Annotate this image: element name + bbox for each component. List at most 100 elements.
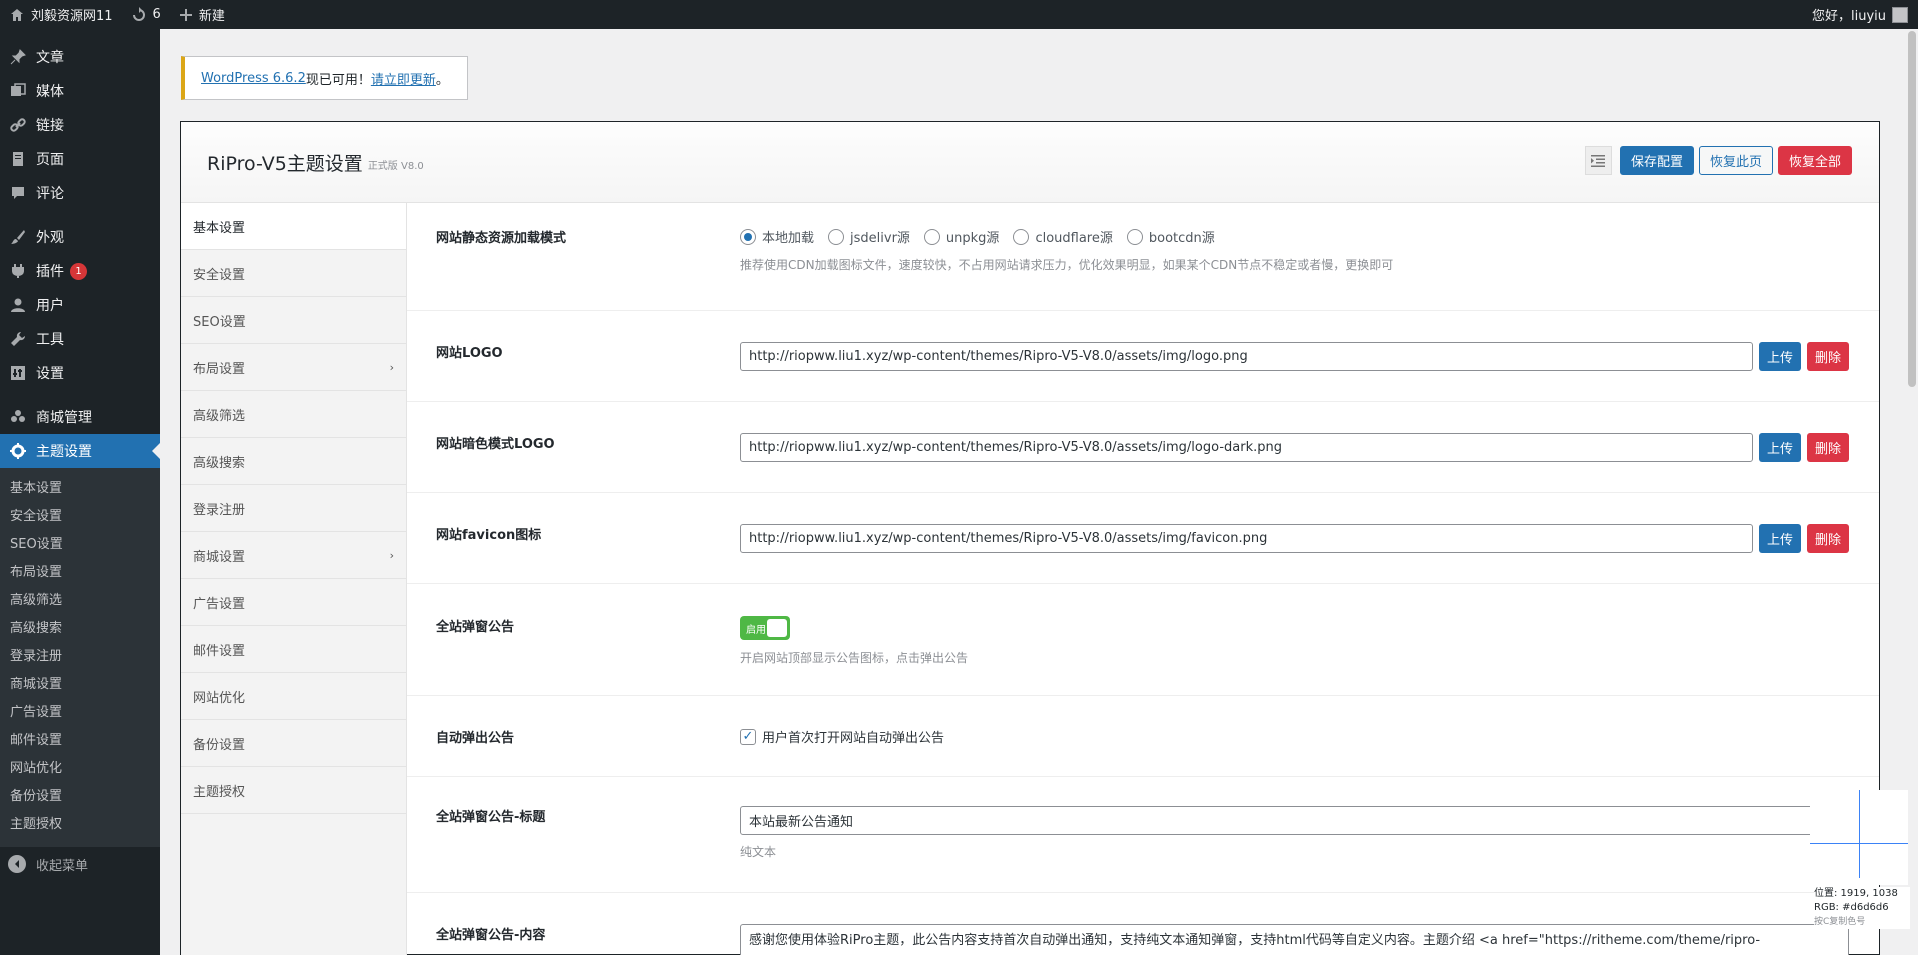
chevron-right-icon: › xyxy=(389,360,394,374)
pin-icon xyxy=(8,47,28,67)
collapse-menu-button[interactable]: 收起菜单 xyxy=(0,847,160,881)
tab-backup[interactable]: 备份设置 xyxy=(181,720,406,767)
field-description: 推荐使用CDN加载图标文件，速度较快，不占用网站请求压力，优化效果明显，如果某个… xyxy=(740,258,1394,272)
submenu-item[interactable]: 登录注册 xyxy=(0,643,160,671)
delete-button[interactable]: 删除 xyxy=(1806,433,1849,462)
restore-page-button[interactable]: 恢复此页 xyxy=(1698,146,1773,175)
tab-shop[interactable]: 商城设置 › xyxy=(181,532,406,579)
toggle-knob xyxy=(767,619,787,637)
expand-all-button[interactable] xyxy=(1584,146,1612,175)
tab-license[interactable]: 主题授权 xyxy=(181,767,406,814)
collapse-icon xyxy=(8,855,26,873)
admin-menu: 文章 媒体 链接 页面 评论 外观 插件 1 用户 工具 设置 商城管理 主题设… xyxy=(0,29,160,955)
avatar xyxy=(1892,6,1908,23)
site-name-link[interactable]: 刘毅资源网11 xyxy=(0,0,122,29)
menu-item-settings[interactable]: 设置 xyxy=(0,356,160,390)
menu-label: 外观 xyxy=(36,230,64,246)
tab-ads[interactable]: 广告设置 xyxy=(181,579,406,626)
checkmark-icon: ✓ xyxy=(740,728,756,745)
tab-basic[interactable]: 基本设置 xyxy=(181,203,406,250)
new-content-link[interactable]: 新建 xyxy=(170,0,234,29)
submenu-item[interactable]: 基本设置 xyxy=(0,475,160,503)
field-description: 开启网站顶部显示公告图标，点击弹出公告 xyxy=(740,651,969,665)
menu-item-tools[interactable]: 工具 xyxy=(0,322,160,356)
delete-button[interactable]: 删除 xyxy=(1806,524,1849,553)
my-account[interactable]: 您好，liuyiu xyxy=(1812,5,1918,24)
menu-item-comments[interactable]: 评论 xyxy=(0,176,160,210)
tab-filter[interactable]: 高级筛选 xyxy=(181,391,406,438)
upload-button[interactable]: 上传 xyxy=(1758,342,1801,371)
logo-url-input[interactable] xyxy=(740,342,1753,371)
menu-item-shop[interactable]: 商城管理 xyxy=(0,400,160,434)
tab-layout[interactable]: 布局设置 › xyxy=(181,344,406,391)
radio-indicator-checked xyxy=(740,228,756,245)
popup-title-input[interactable]: 本站最新公告通知 xyxy=(740,806,1849,835)
color-picker-crosshair xyxy=(1810,790,1908,885)
field-label: 网站静态资源加载模式 xyxy=(436,231,567,246)
submenu-item[interactable]: 布局设置 xyxy=(0,559,160,587)
menu-label: 用户 xyxy=(36,298,64,314)
field-auto-popup: 自动弹出公告 ✓ 用户首次打开网站自动弹出公告 xyxy=(407,696,1879,777)
tab-seo[interactable]: SEO设置 xyxy=(181,297,406,344)
logo-dark-url-input[interactable] xyxy=(740,433,1753,462)
radio-label: bootcdn源 xyxy=(1148,231,1215,246)
menu-item-theme-settings[interactable]: 主题设置 xyxy=(0,434,160,468)
submenu-item[interactable]: 备份设置 xyxy=(0,783,160,811)
submenu-item[interactable]: 高级筛选 xyxy=(0,587,160,615)
theme-settings-submenu: 基本设置 安全设置 SEO设置 布局设置 高级筛选 高级搜索 登录注册 商城设置… xyxy=(0,468,160,847)
delete-button[interactable]: 删除 xyxy=(1806,342,1849,371)
media-icon xyxy=(8,81,28,101)
upload-button[interactable]: 上传 xyxy=(1758,433,1801,462)
radio-jsdelivr[interactable]: jsdelivr源 xyxy=(828,227,910,246)
tab-mail[interactable]: 邮件设置 xyxy=(181,626,406,673)
submenu-item[interactable]: 主题授权 xyxy=(0,811,160,839)
restore-all-button[interactable]: 恢复全部 xyxy=(1777,146,1852,175)
menu-label: 商城管理 xyxy=(36,410,92,426)
wordpress-version-link[interactable]: WordPress 6.6.2 xyxy=(201,71,306,86)
tab-security[interactable]: 安全设置 xyxy=(181,250,406,297)
submenu-item[interactable]: 安全设置 xyxy=(0,503,160,531)
plus-icon xyxy=(179,8,192,21)
save-button[interactable]: 保存配置 xyxy=(1619,146,1694,175)
menu-item-appearance[interactable]: 外观 xyxy=(0,220,160,254)
update-now-link[interactable]: 请立即更新 xyxy=(371,69,436,88)
menu-item-links[interactable]: 链接 xyxy=(0,108,160,142)
submenu-item[interactable]: SEO设置 xyxy=(0,531,160,559)
crosshair-horizontal xyxy=(1810,843,1908,844)
radio-label: unpkg源 xyxy=(945,231,1000,246)
radio-indicator xyxy=(1013,228,1030,245)
comment-icon xyxy=(8,183,28,203)
submenu-item[interactable]: 商城设置 xyxy=(0,671,160,699)
menu-item-users[interactable]: 用户 xyxy=(0,288,160,322)
menu-item-plugins[interactable]: 插件 1 xyxy=(0,254,160,288)
menu-label: 文章 xyxy=(36,50,64,66)
upload-button[interactable]: 上传 xyxy=(1758,524,1801,553)
menu-label: 设置 xyxy=(36,366,64,382)
popup-toggle[interactable]: 启用 xyxy=(740,616,790,640)
scrollbar-thumb[interactable] xyxy=(1908,31,1916,387)
radio-unpkg[interactable]: unpkg源 xyxy=(923,227,1000,246)
updates-link[interactable]: 6 xyxy=(122,0,170,29)
submenu-item[interactable]: 高级搜索 xyxy=(0,615,160,643)
color-picker-info: 位置: 1919, 1038 RGB: #d6d6d6 按C复制色号 xyxy=(1814,887,1910,929)
menu-label: 评论 xyxy=(36,186,64,202)
favicon-url-input[interactable] xyxy=(740,524,1753,553)
popup-content-textarea[interactable]: 感谢您使用体验RiPro主题，此公告内容支持首次自动弹出通知，支持纯文本通知弹窗… xyxy=(740,924,1849,955)
menu-label: 主题设置 xyxy=(36,444,92,460)
radio-local[interactable]: 本地加载 xyxy=(740,227,814,246)
tab-search[interactable]: 高级搜索 xyxy=(181,438,406,485)
menu-item-media[interactable]: 媒体 xyxy=(0,74,160,108)
tab-optimize[interactable]: 网站优化 xyxy=(181,673,406,720)
menu-item-pages[interactable]: 页面 xyxy=(0,142,160,176)
submenu-item[interactable]: 邮件设置 xyxy=(0,727,160,755)
submenu-item[interactable]: 广告设置 xyxy=(0,699,160,727)
tab-label: 主题授权 xyxy=(193,784,246,800)
radio-bootcdn[interactable]: bootcdn源 xyxy=(1126,227,1215,246)
submenu-item[interactable]: 网站优化 xyxy=(0,755,160,783)
auto-popup-checkbox[interactable]: ✓ 用户首次打开网站自动弹出公告 xyxy=(740,727,1849,746)
menu-item-posts[interactable]: 文章 xyxy=(0,40,160,74)
radio-indicator xyxy=(923,228,940,245)
static-mode-radios: 本地加载 jsdelivr源 unpkg源 cloudflare源 bootcd… xyxy=(740,227,1849,246)
tab-login[interactable]: 登录注册 xyxy=(181,485,406,532)
radio-cloudflare[interactable]: cloudflare源 xyxy=(1013,227,1113,246)
